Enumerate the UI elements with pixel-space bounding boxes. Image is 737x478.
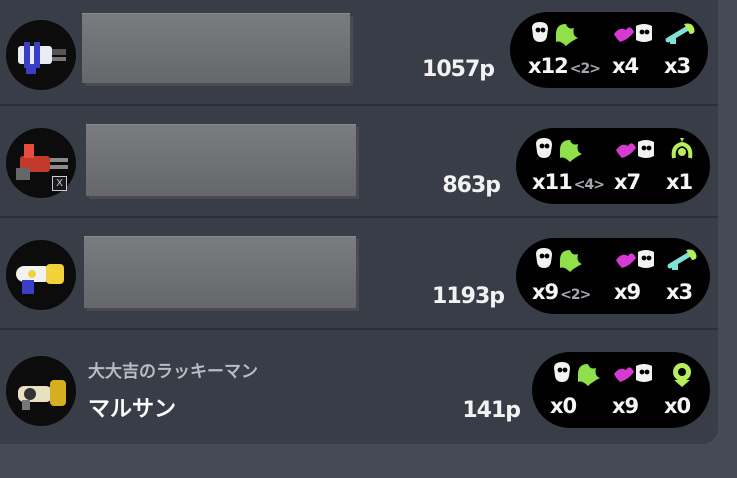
splat-icon	[536, 138, 582, 162]
splat-icon	[532, 22, 578, 46]
splat-icon	[536, 248, 582, 272]
player-points: 1057p	[422, 57, 495, 82]
deaths-stat: x9	[614, 238, 662, 314]
assist-count: <2>	[560, 287, 591, 303]
x-rank-badge: X	[52, 176, 67, 191]
hidden-player-name	[84, 236, 356, 308]
heavy-splatling-icon	[6, 20, 76, 90]
kills-stat: x9 <2>	[532, 238, 612, 314]
deaths-count: x4	[612, 54, 639, 78]
deaths-stat: x9	[612, 352, 660, 428]
splatted-icon	[616, 250, 654, 268]
special-stat: x0	[664, 352, 702, 428]
hidden-player-name	[86, 124, 356, 196]
special-uses: x1	[666, 170, 693, 194]
player-stats: x0 x9 x0	[532, 352, 710, 428]
player-title: 大大吉のラッキーマン	[88, 362, 258, 382]
player-row: 1193p x9 <2> x9 x3	[0, 218, 718, 330]
splatted-icon	[616, 140, 654, 158]
baller-icon	[673, 363, 691, 387]
kills-stat: x0	[550, 352, 610, 428]
kills-count: x12	[528, 54, 569, 78]
kills-count: x11	[532, 170, 573, 194]
player-row: X 863p x11 <4> x7 x1	[0, 106, 718, 218]
player-name: マルサン	[88, 397, 177, 422]
deaths-count: x9	[614, 280, 641, 304]
deaths-stat: x7	[614, 128, 662, 204]
assist-count: <4>	[573, 177, 605, 193]
special-stat: x3	[666, 238, 704, 314]
special-uses: x3	[664, 54, 691, 78]
splatted-icon	[614, 24, 652, 42]
hidden-player-name	[82, 13, 350, 83]
deaths-stat: x4	[612, 12, 660, 88]
player-points: 1193p	[432, 284, 505, 309]
ink-storm-icon	[665, 23, 695, 44]
special-stat: x3	[664, 12, 702, 88]
player-stats: x12 <2> x4 x3	[510, 12, 708, 88]
player-points: 141p	[462, 398, 521, 423]
scoreboard-panel: 1057p x12 <2> x4 x3 X 863p x11 <4> x7 x1…	[0, 0, 718, 444]
assist-count: <2>	[569, 61, 601, 77]
deaths-count: x7	[614, 170, 641, 194]
bubble-blower-icon	[671, 138, 693, 159]
player-stats: x9 <2> x9 x3	[516, 238, 710, 314]
player-stats: x11 <4> x7 x1	[516, 128, 710, 204]
kills-count: x0	[550, 394, 577, 418]
splat-dualies-icon	[6, 240, 76, 310]
kills-count: x9	[532, 280, 559, 304]
ink-storm-icon	[667, 249, 697, 270]
splatted-icon	[614, 364, 652, 382]
special-uses: x3	[666, 280, 693, 304]
deaths-count: x9	[612, 394, 639, 418]
special-uses: x0	[664, 394, 691, 418]
special-stat: x1	[666, 128, 704, 204]
player-row: 1057p x12 <2> x4 x3	[0, 0, 718, 106]
kills-stat: x12 <2>	[528, 12, 608, 88]
kills-stat: x11 <4>	[532, 128, 612, 204]
explosher-icon	[6, 356, 76, 426]
player-points: 863p	[442, 173, 501, 198]
splat-icon	[554, 362, 600, 386]
